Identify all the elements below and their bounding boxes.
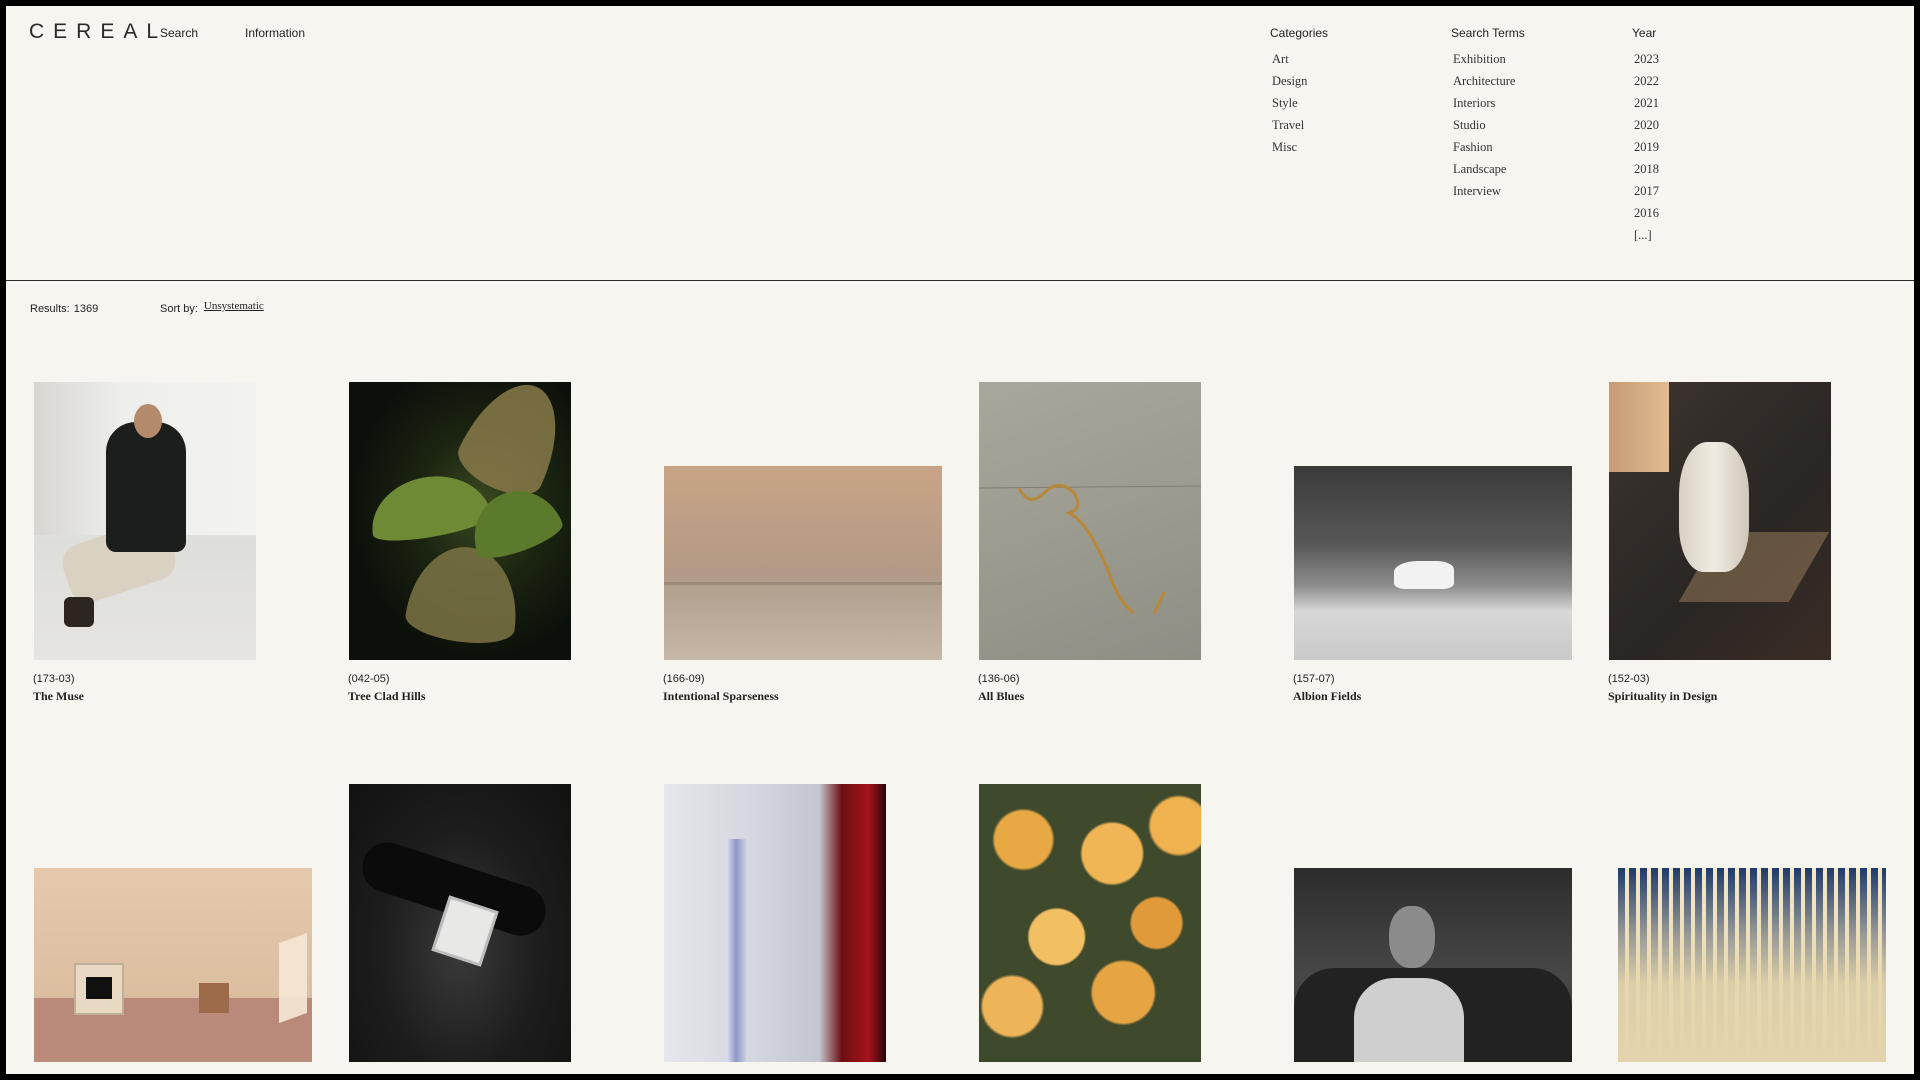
sort-label: Sort by:: [160, 303, 198, 315]
necklace-graphic: [979, 484, 1201, 615]
article-code: (136-06): [978, 673, 1020, 685]
article-title[interactable]: Albion Fields: [1293, 689, 1361, 704]
article-image[interactable]: [34, 382, 256, 660]
article-code: (157-07): [1293, 673, 1335, 685]
search-terms-filter: Search Terms Exhibition Architecture Int…: [1451, 26, 1525, 202]
results-number: 1369: [73, 303, 99, 315]
article-title[interactable]: All Blues: [978, 689, 1024, 704]
article-title[interactable]: Spirituality in Design: [1608, 689, 1717, 704]
article-image[interactable]: [1609, 382, 1831, 660]
year-item[interactable]: 2016: [1634, 202, 1659, 224]
cereal-logo[interactable]: CEREAL: [29, 20, 167, 44]
year-item[interactable]: 2021: [1634, 92, 1659, 114]
search-term-item[interactable]: Interview: [1453, 180, 1525, 202]
search-term-item[interactable]: Interiors: [1453, 92, 1525, 114]
year-more-item[interactable]: [...]: [1634, 224, 1659, 246]
header-divider: [6, 280, 1914, 281]
article-code: (042-05): [348, 673, 390, 685]
year-item[interactable]: 2018: [1634, 158, 1659, 180]
nav-information-link[interactable]: Information: [245, 26, 305, 40]
article-title[interactable]: The Muse: [33, 689, 84, 704]
article-image[interactable]: [664, 784, 886, 1062]
category-item[interactable]: Travel: [1272, 114, 1328, 136]
category-item[interactable]: Style: [1272, 92, 1328, 114]
search-term-item[interactable]: Exhibition: [1453, 48, 1525, 70]
article-image[interactable]: [34, 868, 312, 1062]
search-terms-heading: Search Terms: [1451, 26, 1525, 40]
year-item[interactable]: 2017: [1634, 180, 1659, 202]
article-image[interactable]: [664, 466, 942, 660]
categories-filter: Categories Art Design Style Travel Misc: [1270, 26, 1328, 158]
results-label: Results:: [30, 303, 70, 315]
article-code: (152-03): [1608, 673, 1650, 685]
article-image[interactable]: [1618, 868, 1886, 1062]
search-term-item[interactable]: Architecture: [1453, 70, 1525, 92]
article-code: (173-03): [33, 673, 75, 685]
article-image[interactable]: [1294, 868, 1572, 1062]
sort-value-link[interactable]: Unsystematic: [204, 300, 264, 312]
article-image[interactable]: [979, 382, 1201, 660]
article-image[interactable]: [349, 382, 571, 660]
search-term-item[interactable]: Landscape: [1453, 158, 1525, 180]
category-item[interactable]: Design: [1272, 70, 1328, 92]
year-heading: Year: [1632, 26, 1657, 40]
year-item[interactable]: 2019: [1634, 136, 1659, 158]
category-item[interactable]: Art: [1272, 48, 1328, 70]
results-count: Results: 1369: [30, 303, 98, 315]
article-image[interactable]: [1294, 466, 1572, 660]
year-item[interactable]: 2023: [1634, 48, 1659, 70]
article-title[interactable]: Intentional Sparseness: [663, 689, 779, 704]
year-filter: Year 2023 2022 2021 2020 2019 2018 2017 …: [1632, 26, 1659, 246]
sort-control: Sort by: Unsystematic: [160, 300, 264, 315]
page: CEREAL Search Information Categories Art…: [6, 6, 1914, 1074]
year-item[interactable]: 2022: [1634, 70, 1659, 92]
year-item[interactable]: 2020: [1634, 114, 1659, 136]
article-code: (166-09): [663, 673, 705, 685]
search-term-item[interactable]: Fashion: [1453, 136, 1525, 158]
article-image[interactable]: [979, 784, 1201, 1062]
article-title[interactable]: Tree Clad Hills: [348, 689, 426, 704]
nav-search-link[interactable]: Search: [160, 26, 198, 40]
categories-heading: Categories: [1270, 26, 1329, 40]
search-term-item[interactable]: Studio: [1453, 114, 1525, 136]
category-item[interactable]: Misc: [1272, 136, 1328, 158]
article-image[interactable]: [349, 784, 571, 1062]
